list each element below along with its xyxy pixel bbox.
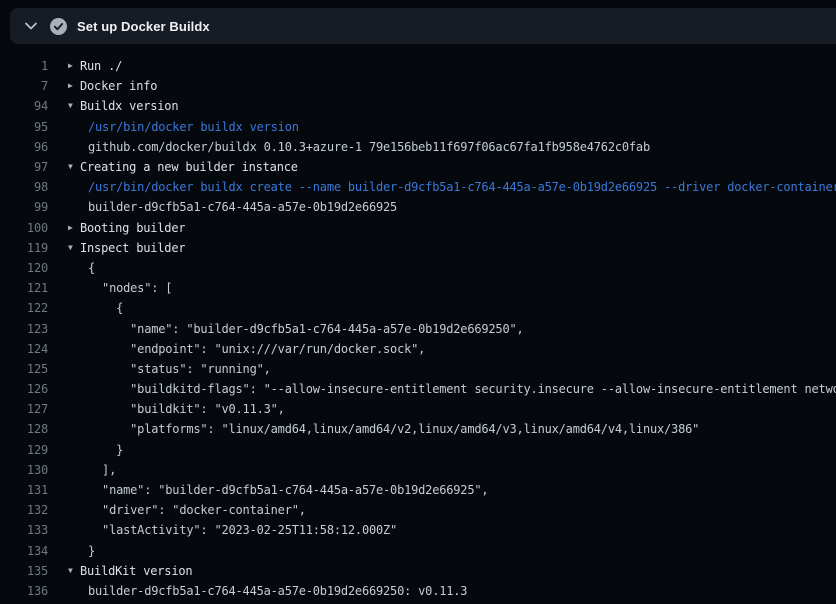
line-text: "platforms": "linux/amd64,linux/amd64/v2…: [88, 422, 699, 436]
line-text: "name": "builder-d9cfb5a1-c764-445a-a57e…: [88, 483, 488, 497]
line-text: Booting builder: [80, 221, 185, 235]
log-line: 123 "name": "builder-d9cfb5a1-c764-445a-…: [0, 318, 836, 338]
log-line: 134 }: [0, 541, 836, 561]
line-text: ],: [88, 463, 116, 477]
line-number[interactable]: 133: [0, 523, 48, 537]
log-line: 129 }: [0, 440, 836, 460]
line-number[interactable]: 126: [0, 382, 48, 396]
line-number[interactable]: 125: [0, 362, 48, 376]
line-number[interactable]: 1: [0, 59, 48, 73]
actions-log-viewer: { "colors": { "page_bg": "#05080d", "hea…: [0, 0, 836, 604]
line-number[interactable]: 95: [0, 120, 48, 134]
log-line: 136 builder-d9cfb5a1-c764-445a-a57e-0b19…: [0, 581, 836, 601]
log-line[interactable]: 97 ▼ Creating a new builder instance: [0, 157, 836, 177]
line-number[interactable]: 98: [0, 180, 48, 194]
line-number[interactable]: 100: [0, 221, 48, 235]
log-line: 128 "platforms": "linux/amd64,linux/amd6…: [0, 419, 836, 439]
log-line: 133 "lastActivity": "2023-02-25T11:58:12…: [0, 520, 836, 540]
line-text: "endpoint": "unix:///var/run/docker.sock…: [88, 342, 425, 356]
line-text: Docker info: [80, 79, 157, 93]
line-text: builder-d9cfb5a1-c764-445a-a57e-0b19d2e6…: [88, 584, 467, 598]
log-line: 127 "buildkit": "v0.11.3",: [0, 399, 836, 419]
triangle-down-icon: ▼: [68, 244, 80, 252]
line-text: Buildx version: [80, 99, 178, 113]
step-title: Set up Docker Buildx: [77, 19, 210, 34]
line-text: }: [88, 544, 95, 558]
line-text: "lastActivity": "2023-02-25T11:58:12.000…: [88, 523, 397, 537]
line-number[interactable]: 99: [0, 200, 48, 214]
line-number[interactable]: 121: [0, 281, 48, 295]
line-text: Creating a new builder instance: [80, 160, 298, 174]
log-line: 124 "endpoint": "unix:///var/run/docker.…: [0, 339, 836, 359]
log-line: 126 "buildkitd-flags": "--allow-insecure…: [0, 379, 836, 399]
line-text: /usr/bin/docker buildx create --name bui…: [88, 180, 836, 194]
step-header[interactable]: Set up Docker Buildx: [10, 8, 836, 44]
line-number[interactable]: 135: [0, 564, 48, 578]
line-text: Run ./: [80, 59, 122, 73]
line-text: BuildKit version: [80, 564, 192, 578]
log-line[interactable]: 94 ▼ Buildx version: [0, 96, 836, 116]
log-line: 99 builder-d9cfb5a1-c764-445a-a57e-0b19d…: [0, 197, 836, 217]
line-number[interactable]: 132: [0, 503, 48, 517]
triangle-right-icon: ▶: [68, 224, 80, 232]
line-number[interactable]: 127: [0, 402, 48, 416]
line-number[interactable]: 97: [0, 160, 48, 174]
triangle-down-icon: ▼: [68, 102, 80, 110]
log-line: 122 {: [0, 298, 836, 318]
line-text: "buildkit": "v0.11.3",: [88, 402, 285, 416]
line-text: builder-d9cfb5a1-c764-445a-a57e-0b19d2e6…: [88, 200, 397, 214]
log-line: 95 /usr/bin/docker buildx version: [0, 117, 836, 137]
log-line: 98 /usr/bin/docker buildx create --name …: [0, 177, 836, 197]
line-number[interactable]: 134: [0, 544, 48, 558]
line-text: "buildkitd-flags": "--allow-insecure-ent…: [88, 382, 836, 396]
line-number[interactable]: 124: [0, 342, 48, 356]
log-line: 121 "nodes": [: [0, 278, 836, 298]
line-number[interactable]: 131: [0, 483, 48, 497]
line-number[interactable]: 128: [0, 422, 48, 436]
log-line: 96 github.com/docker/buildx 0.10.3+azure…: [0, 137, 836, 157]
log-line: 120 {: [0, 258, 836, 278]
log-line[interactable]: 1 ▶ Run ./: [0, 56, 836, 76]
triangle-right-icon: ▶: [68, 62, 80, 70]
line-text: "nodes": [: [88, 281, 172, 295]
line-number[interactable]: 129: [0, 443, 48, 457]
triangle-down-icon: ▼: [68, 163, 80, 171]
log-line: 132 "driver": "docker-container",: [0, 500, 836, 520]
log-line[interactable]: 135 ▼ BuildKit version: [0, 561, 836, 581]
line-number[interactable]: 123: [0, 322, 48, 336]
line-text: {: [88, 261, 95, 275]
line-text: Inspect builder: [80, 241, 185, 255]
line-text: "name": "builder-d9cfb5a1-c764-445a-a57e…: [88, 322, 524, 336]
line-text: "status": "running",: [88, 362, 271, 376]
line-number[interactable]: 7: [0, 79, 48, 93]
log-line[interactable]: 100 ▶ Booting builder: [0, 218, 836, 238]
line-number[interactable]: 136: [0, 584, 48, 598]
line-text: github.com/docker/buildx 0.10.3+azure-1 …: [88, 140, 650, 154]
line-number[interactable]: 122: [0, 301, 48, 315]
log-line[interactable]: 119 ▼ Inspect builder: [0, 238, 836, 258]
log-line: 130 ],: [0, 460, 836, 480]
line-number[interactable]: 119: [0, 241, 48, 255]
log-line: 131 "name": "builder-d9cfb5a1-c764-445a-…: [0, 480, 836, 500]
log-line[interactable]: 7 ▶ Docker info: [0, 76, 836, 96]
line-text: "driver": "docker-container",: [88, 503, 306, 517]
check-circle-icon: [47, 18, 69, 35]
triangle-right-icon: ▶: [68, 82, 80, 90]
line-number[interactable]: 130: [0, 463, 48, 477]
triangle-down-icon: ▼: [68, 567, 80, 575]
line-text: {: [88, 301, 123, 315]
line-text: }: [88, 443, 123, 457]
line-number[interactable]: 94: [0, 99, 48, 113]
line-number[interactable]: 120: [0, 261, 48, 275]
line-text: /usr/bin/docker buildx version: [88, 120, 299, 134]
chevron-down-icon[interactable]: [20, 22, 42, 30]
log-line: 125 "status": "running",: [0, 359, 836, 379]
log-container[interactable]: 1 ▶ Run ./ 7 ▶ Docker info 94 ▼ Buildx v…: [0, 44, 836, 604]
line-number[interactable]: 96: [0, 140, 48, 154]
